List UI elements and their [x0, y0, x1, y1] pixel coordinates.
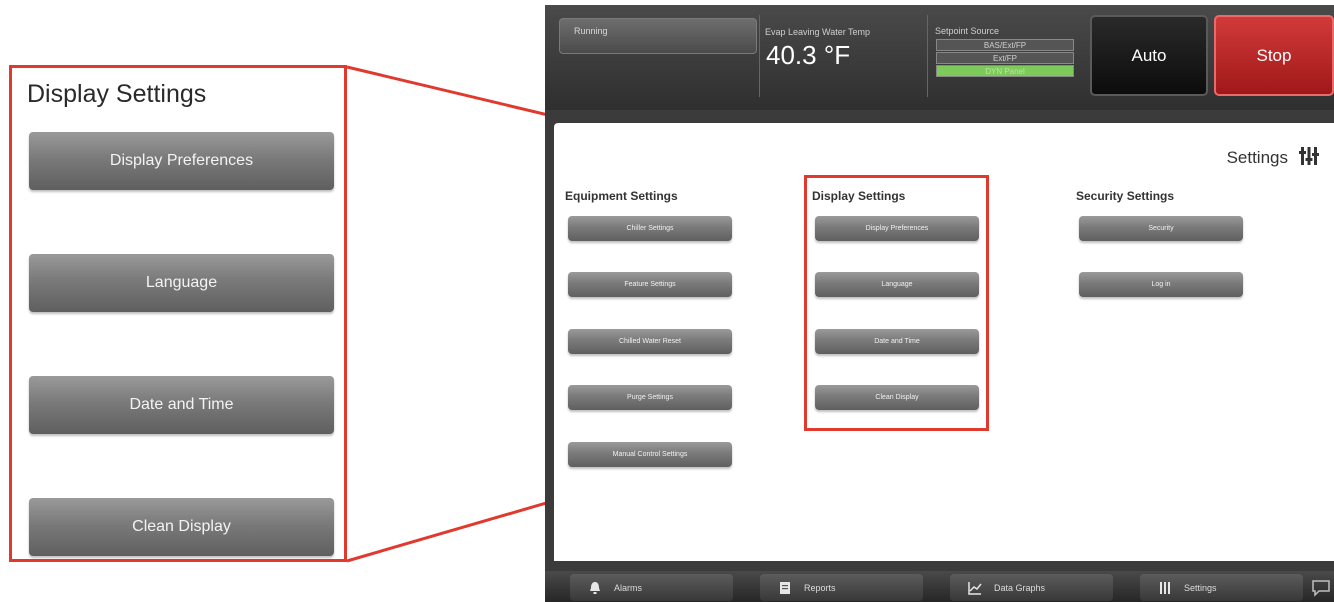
- report-icon: [780, 581, 790, 594]
- callout-title: Display Settings: [27, 80, 207, 108]
- callout-date-time-button[interactable]: Date and Time: [29, 376, 334, 434]
- setpoint-option[interactable]: Ext/FP: [936, 52, 1074, 64]
- feature-settings-button[interactable]: Feature Settings: [568, 272, 732, 297]
- data-graphs-label: Data Graphs: [994, 582, 1046, 593]
- settings-sliders-icon: [1160, 581, 1170, 594]
- page-title: Settings: [1226, 148, 1288, 167]
- settings-sliders-icon: [1299, 147, 1319, 165]
- equipment-settings-heading: Equipment Settings: [565, 189, 678, 203]
- display-settings-callout: Display Settings Display Preferences Lan…: [9, 65, 347, 562]
- data-graphs-tab[interactable]: Data Graphs: [950, 574, 1113, 601]
- settings-content: Settings Equipment Settings Chiller Sett…: [554, 123, 1334, 561]
- reports-tab[interactable]: Reports: [760, 574, 923, 601]
- status-bar: Running Evap Leaving Water Temp 40.3 °F …: [545, 5, 1334, 110]
- status-divider: [759, 15, 760, 97]
- purge-settings-button[interactable]: Purge Settings: [568, 385, 732, 410]
- nav-tabs: [554, 110, 694, 172]
- graph-icon: [968, 581, 982, 595]
- controller-screen: Running Evap Leaving Water Temp 40.3 °F …: [545, 5, 1334, 602]
- auto-button[interactable]: Auto: [1090, 15, 1208, 96]
- operating-state-text: Running: [574, 26, 608, 36]
- callout-display-preferences-button[interactable]: Display Preferences: [29, 132, 334, 190]
- alarms-tab[interactable]: Alarms: [570, 574, 733, 601]
- chilled-water-reset-button[interactable]: Chilled Water Reset: [568, 329, 732, 354]
- settings-label: Settings: [1184, 582, 1217, 593]
- security-settings-heading: Security Settings: [1076, 189, 1175, 203]
- setpoint-option-active[interactable]: DYN Panel: [936, 65, 1074, 77]
- callout-language-button[interactable]: Language: [29, 254, 334, 312]
- chiller-settings-button[interactable]: Chiller Settings: [568, 216, 732, 241]
- alarms-label: Alarms: [614, 582, 643, 593]
- bell-icon: [590, 581, 600, 594]
- temp-label: Evap Leaving Water Temp: [765, 27, 871, 37]
- reports-label: Reports: [804, 582, 836, 593]
- callout-clean-display-button[interactable]: Clean Display: [29, 498, 334, 556]
- chat-icon[interactable]: [1311, 579, 1331, 597]
- operating-state-panel[interactable]: Running: [559, 18, 757, 54]
- log-in-button[interactable]: Log in: [1079, 272, 1243, 297]
- display-settings-highlight: [804, 175, 989, 431]
- setpoint-option[interactable]: BAS/Ext/FP: [936, 39, 1074, 51]
- settings-tab[interactable]: Settings: [1140, 574, 1303, 601]
- manual-control-settings-button[interactable]: Manual Control Settings: [568, 442, 732, 467]
- status-divider: [927, 15, 928, 97]
- security-button[interactable]: Security: [1079, 216, 1243, 241]
- bottom-navigation: Alarms Reports Data Graphs Settings: [545, 571, 1334, 602]
- temp-value: 40.3 °F: [766, 40, 851, 70]
- stop-button[interactable]: Stop: [1214, 15, 1334, 96]
- setpoint-source-label: Setpoint Source: [935, 26, 1000, 36]
